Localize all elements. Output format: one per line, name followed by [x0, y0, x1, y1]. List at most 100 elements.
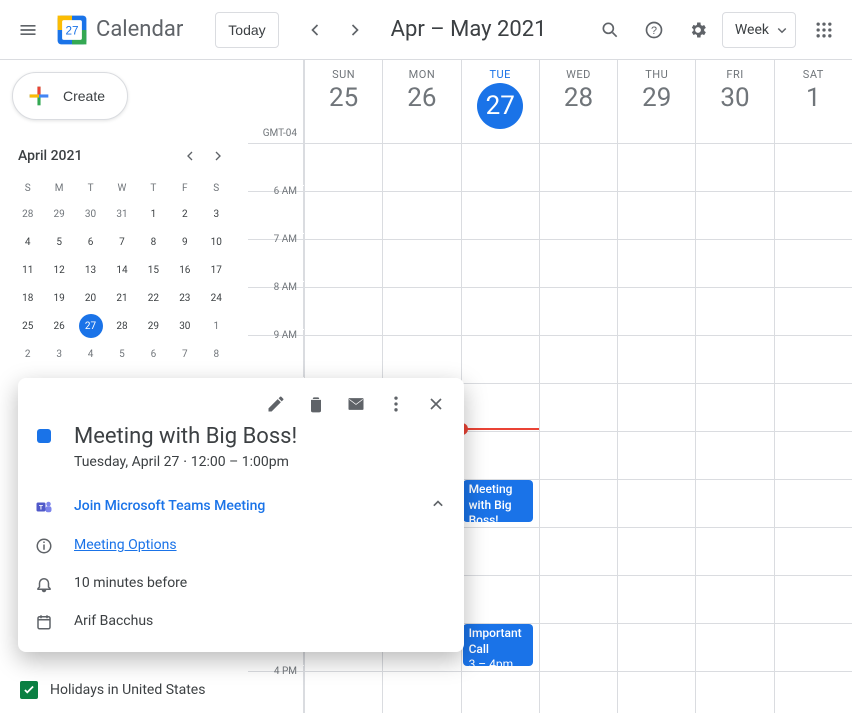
mini-day[interactable]: 3	[201, 200, 232, 228]
day-header[interactable]: THU29	[617, 60, 695, 143]
collapse-button[interactable]	[428, 494, 448, 518]
settings-button[interactable]	[678, 10, 718, 50]
event-title: Meeting with Big Boss!	[74, 424, 297, 450]
mini-day[interactable]: 20	[75, 284, 106, 312]
mini-day[interactable]: 29	[138, 312, 169, 340]
calendar-name: Holidays in United States	[50, 682, 205, 698]
mini-day[interactable]: 30	[169, 312, 200, 340]
checkbox-checked-icon[interactable]	[20, 681, 38, 699]
mini-day[interactable]: 6	[138, 340, 169, 368]
calendar-list-item[interactable]: Holidays in United States	[16, 681, 205, 699]
day-header[interactable]: SUN25	[304, 60, 382, 143]
mini-day[interactable]: 21	[106, 284, 137, 312]
mini-day[interactable]: 25	[12, 312, 43, 340]
day-header[interactable]: FRI30	[695, 60, 773, 143]
timezone-label: GMT-04	[248, 60, 304, 143]
svg-text:?: ?	[651, 25, 657, 37]
search-button[interactable]	[590, 10, 630, 50]
mini-day[interactable]: 28	[106, 312, 137, 340]
mini-day[interactable]: 7	[169, 340, 200, 368]
day-header[interactable]: SAT1	[774, 60, 852, 143]
mini-day[interactable]: 28	[12, 200, 43, 228]
app-name: Calendar	[96, 17, 183, 42]
mini-day[interactable]: 19	[43, 284, 74, 312]
meeting-options-link[interactable]: Meeting Options	[74, 537, 177, 553]
mini-day[interactable]: 30	[75, 200, 106, 228]
mini-day[interactable]: 5	[106, 340, 137, 368]
event-color-icon	[37, 429, 51, 443]
logo[interactable]: 27 Calendar	[52, 10, 183, 50]
delete-button[interactable]	[298, 386, 334, 422]
mini-prev-button[interactable]	[176, 142, 204, 170]
chevron-down-icon	[773, 21, 791, 39]
edit-button[interactable]	[258, 386, 294, 422]
week-nav	[295, 10, 375, 50]
mini-day[interactable]: 1	[138, 200, 169, 228]
mini-day[interactable]: 3	[43, 340, 74, 368]
today-button[interactable]: Today	[215, 12, 278, 48]
mini-day[interactable]: 4	[75, 340, 106, 368]
create-label: Create	[63, 88, 105, 104]
more-options-button[interactable]	[378, 386, 414, 422]
mini-day[interactable]: 17	[201, 256, 232, 284]
mini-next-button[interactable]	[204, 142, 232, 170]
hour-label: 6 AM	[248, 186, 304, 233]
mini-day[interactable]: 6	[75, 228, 106, 256]
mini-day[interactable]: 23	[169, 284, 200, 312]
mini-day[interactable]: 12	[43, 256, 74, 284]
mini-day[interactable]: 1	[201, 312, 232, 340]
mini-day[interactable]: 22	[138, 284, 169, 312]
teams-join-link[interactable]: Join Microsoft Teams Meeting	[74, 498, 265, 514]
mini-dow: T	[75, 176, 106, 200]
help-button[interactable]: ?	[634, 10, 674, 50]
mini-dow: T	[138, 176, 169, 200]
mini-day[interactable]: 24	[201, 284, 232, 312]
mini-day[interactable]: 2	[169, 200, 200, 228]
mini-day[interactable]: 11	[12, 256, 43, 284]
reminder-text: 10 minutes before	[74, 575, 187, 591]
mini-day[interactable]: 4	[12, 228, 43, 256]
teams-icon: T	[34, 497, 54, 517]
mini-day[interactable]: 13	[75, 256, 106, 284]
mini-day[interactable]: 14	[106, 256, 137, 284]
mini-day[interactable]: 7	[106, 228, 137, 256]
mini-dow: S	[201, 176, 232, 200]
info-icon	[34, 536, 54, 556]
mini-day[interactable]: 29	[43, 200, 74, 228]
date-range-label: Apr – May 2021	[391, 17, 547, 42]
email-button[interactable]	[338, 386, 374, 422]
hour-label: 8 AM	[248, 282, 304, 329]
main-menu-button[interactable]	[8, 10, 48, 50]
mini-day[interactable]: 18	[12, 284, 43, 312]
event-block[interactable]: Meeting with Big Boss!12 – 1pm	[463, 480, 533, 522]
mini-day[interactable]: 8	[201, 340, 232, 368]
mini-day[interactable]: 27	[75, 312, 106, 340]
create-button[interactable]: Create	[12, 72, 128, 120]
organizer-name: Arif Bacchus	[74, 613, 153, 629]
app-header: 27 Calendar Today Apr – May 2021 ? Week	[0, 0, 852, 60]
mini-day[interactable]: 16	[169, 256, 200, 284]
day-header[interactable]: WED28	[539, 60, 617, 143]
mini-day[interactable]: 31	[106, 200, 137, 228]
mini-day[interactable]: 8	[138, 228, 169, 256]
prev-week-button[interactable]	[295, 10, 335, 50]
mini-day[interactable]: 10	[201, 228, 232, 256]
close-button[interactable]	[418, 386, 454, 422]
mini-day[interactable]: 5	[43, 228, 74, 256]
day-header[interactable]: TUE27	[461, 60, 539, 143]
mini-day[interactable]: 9	[169, 228, 200, 256]
mini-dow: W	[106, 176, 137, 200]
next-week-button[interactable]	[335, 10, 375, 50]
view-switcher[interactable]: Week	[722, 12, 796, 48]
event-block[interactable]: Important Call3 – 4pm	[463, 624, 533, 666]
day-header[interactable]: MON26	[382, 60, 460, 143]
mini-dow: S	[12, 176, 43, 200]
hour-label: 4 PM	[248, 666, 304, 713]
mini-day[interactable]: 15	[138, 256, 169, 284]
mini-dow: M	[43, 176, 74, 200]
mini-day[interactable]: 2	[12, 340, 43, 368]
apps-button[interactable]	[804, 10, 844, 50]
svg-text:27: 27	[65, 24, 78, 37]
calendar-logo-icon: 27	[52, 10, 92, 50]
mini-day[interactable]: 26	[43, 312, 74, 340]
